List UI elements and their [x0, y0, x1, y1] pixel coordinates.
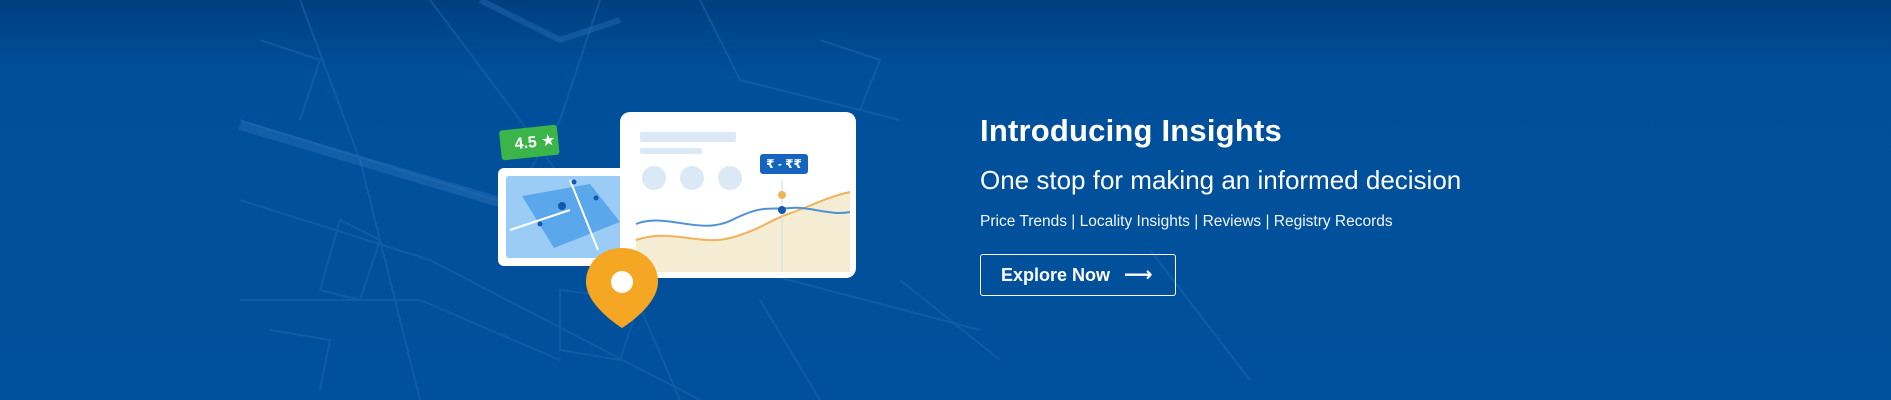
banner-copy: Introducing Insights One stop for making… — [980, 112, 1461, 296]
map-background — [238, 0, 1251, 400]
map-location-icon — [558, 202, 566, 210]
banner-subtitle: One stop for making an informed decision — [980, 165, 1462, 195]
banner-title: Introducing Insights — [980, 113, 1282, 148]
feature-list: Price Trends | Locality Insights | Revie… — [980, 213, 1393, 230]
rating-value: 4.5 — [513, 133, 538, 154]
arrow-right-icon: ⟶ — [1124, 264, 1153, 286]
explore-now-label: Explore Now — [1001, 264, 1111, 285]
price-tag: ₹ - ₹₹ — [766, 157, 802, 171]
star-icon: ★ — [540, 131, 557, 151]
explore-now-button[interactable]: Explore Now ⟶ — [980, 254, 1176, 296]
insights-banner[interactable]: 4.5 ★ ₹ - ₹₹ Introducing Insights One st… — [0, 0, 1891, 400]
